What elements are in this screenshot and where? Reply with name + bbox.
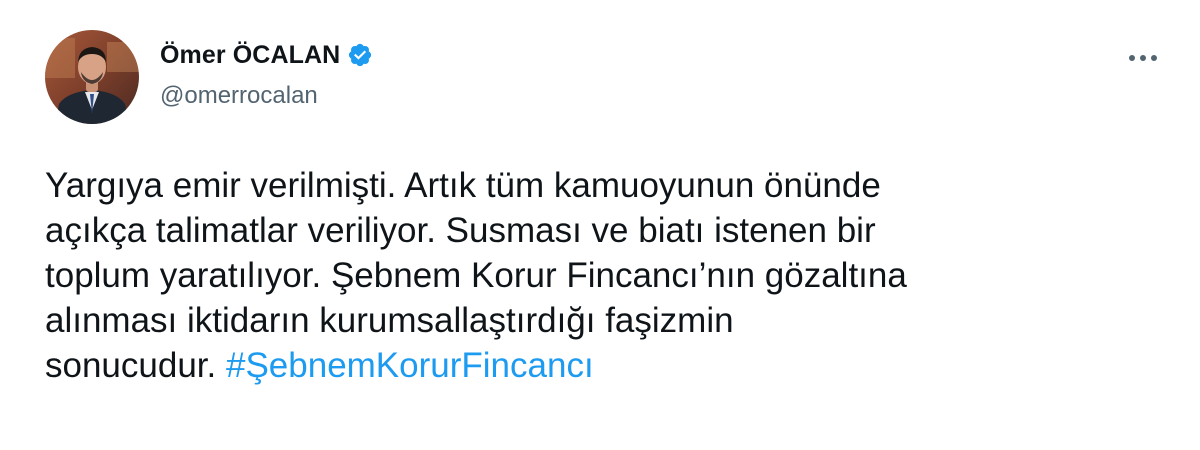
tweet-text-line: toplum yaratılıyor. Şebnem Korur Fincanc…: [45, 256, 907, 295]
tweet-text-line: alınması iktidarın kurumsallaştırdığı fa…: [45, 301, 734, 340]
more-options-icon: [1129, 55, 1157, 61]
avatar-photo: [45, 30, 139, 124]
author-info: Ömer ÖCALAN @omerrocalan: [160, 38, 373, 110]
author-name-row: Ömer ÖCALAN: [160, 38, 373, 72]
tweet-text-line: açıkça talimatlar veriliyor. Susması ve …: [45, 211, 876, 250]
tweet-card: Ömer ÖCALAN @omerrocalan Yargıya emir ve…: [0, 0, 1200, 450]
tweet-text-line-last: sonucudur. #ŞebnemKorurFincancı: [45, 343, 1165, 388]
hashtag-link[interactable]: #ŞebnemKorurFincancı: [226, 346, 594, 385]
tweet-text-line: Yargıya emir verilmişti. Artık tüm kamuo…: [45, 166, 881, 205]
author-display-name[interactable]: Ömer ÖCALAN: [160, 41, 340, 70]
author-handle[interactable]: @omerrocalan: [160, 82, 373, 110]
tweet-text: Yargıya emir verilmişti. Artık tüm kamuo…: [45, 163, 1165, 388]
tweet-text-last-words: sonucudur.: [45, 346, 217, 385]
more-options-button[interactable]: [1123, 46, 1163, 70]
author-avatar[interactable]: [45, 30, 139, 124]
verified-badge-icon: [347, 42, 373, 68]
